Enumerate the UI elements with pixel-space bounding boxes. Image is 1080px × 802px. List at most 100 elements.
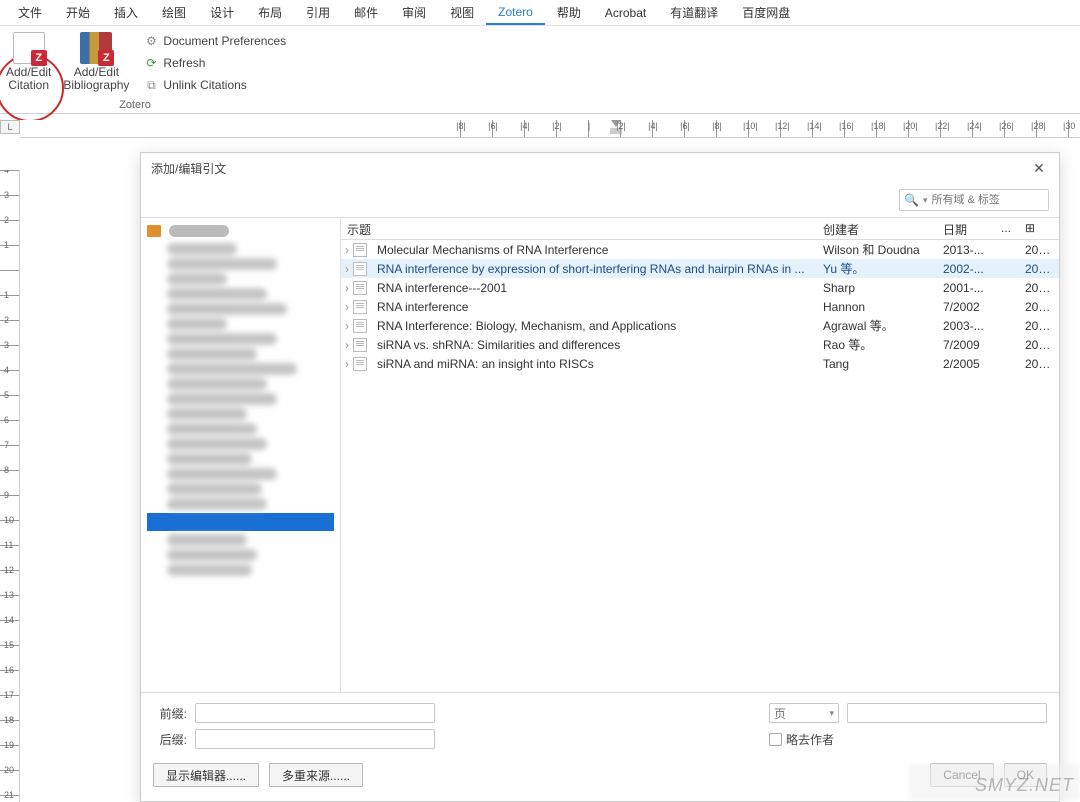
- library-root[interactable]: [147, 222, 334, 240]
- ok-button[interactable]: OK: [1004, 763, 1047, 787]
- menu-item-2[interactable]: 插入: [102, 0, 150, 25]
- row-added: 2019...: [1019, 259, 1059, 279]
- row-expander-icon[interactable]: ›: [341, 300, 353, 314]
- dialog-title: 添加/编辑引文: [151, 160, 226, 177]
- vertical-ruler: 4321123456789101112131415161718192021: [0, 170, 20, 802]
- unlink-icon: ⧉: [143, 77, 159, 93]
- menu-item-9[interactable]: 视图: [438, 0, 486, 25]
- citation-row[interactable]: › RNA Interference: Biology, Mechanism, a…: [341, 316, 1059, 335]
- row-title: RNA interference---2001: [371, 278, 817, 298]
- row-title: RNA interference by expression of short-…: [371, 259, 817, 279]
- row-added: 2019...: [1019, 278, 1059, 298]
- add-edit-citation-button[interactable]: Add/EditCitation: [0, 26, 57, 113]
- ruler-corner: L: [0, 120, 20, 134]
- page-locator-select[interactable]: 页 ▾: [769, 703, 839, 723]
- zotero-ribbon: Add/EditCitation Add/EditBibliography ⚙ …: [0, 26, 1080, 114]
- checkbox-box: [769, 733, 782, 746]
- menu-item-10[interactable]: Zotero: [486, 1, 545, 25]
- library-selected-item[interactable]: [147, 513, 334, 531]
- search-dropdown-icon[interactable]: ▾: [923, 195, 928, 206]
- citation-row[interactable]: ›RNA interferenceHannon7/20022019...: [341, 297, 1059, 316]
- folder-icon: [147, 225, 161, 237]
- row-date: 2/2005: [937, 354, 993, 374]
- row-expander-icon[interactable]: ›: [341, 262, 353, 276]
- dialog-titlebar: 添加/编辑引文 ✕: [141, 153, 1059, 183]
- menu-item-11[interactable]: 帮助: [545, 0, 593, 25]
- horizontal-ruler: |8||6||4||2|||2||4||6||8||10||12||14||16…: [20, 120, 1080, 138]
- menu-item-6[interactable]: 引用: [294, 0, 342, 25]
- row-title: siRNA vs. shRNA: Similarities and differ…: [371, 335, 817, 355]
- col-extra[interactable]: ...: [993, 218, 1019, 239]
- dialog-bottom: 前缀: 页 ▾ 后缀: 略去作者 显示编辑器...... 多重来源...... …: [141, 692, 1059, 801]
- prefix-input[interactable]: [195, 703, 435, 723]
- menu-item-7[interactable]: 邮件: [342, 0, 390, 25]
- gear-icon: ⚙: [143, 33, 159, 49]
- citation-row[interactable]: ›siRNA and miRNA: an insight into RISCsT…: [341, 354, 1059, 373]
- menu-item-12[interactable]: Acrobat: [593, 2, 658, 24]
- document-icon: [353, 338, 367, 352]
- page-locator-label: 页: [774, 705, 786, 722]
- refresh-label: Refresh: [163, 56, 205, 70]
- unlink-citations-button[interactable]: ⧉ Unlink Citations: [143, 74, 286, 96]
- close-button[interactable]: ✕: [1029, 160, 1049, 177]
- document-icon: [353, 281, 367, 295]
- row-expander-icon[interactable]: ›: [341, 338, 353, 352]
- row-expander-icon[interactable]: ›: [341, 357, 353, 371]
- zotero-bibliography-icon: [80, 32, 112, 64]
- citation-row[interactable]: › RNA interference by expression of short…: [341, 259, 1059, 278]
- menu-item-4[interactable]: 设计: [198, 0, 246, 25]
- show-editor-button[interactable]: 显示编辑器......: [153, 763, 259, 787]
- menu-item-14[interactable]: 百度网盘: [730, 0, 802, 25]
- row-title: siRNA and miRNA: an insight into RISCs: [371, 354, 817, 374]
- row-added: 2019...: [1019, 297, 1059, 317]
- multiple-sources-button[interactable]: 多重来源......: [269, 763, 363, 787]
- row-title: RNA Interference: Biology, Mechanism, an…: [371, 316, 817, 336]
- prefix-label: 前缀:: [153, 705, 187, 722]
- row-date: 2003-...: [937, 316, 993, 336]
- menu-item-5[interactable]: 布局: [246, 0, 294, 25]
- document-icon: [353, 357, 367, 371]
- add-edit-citation-label: Add/EditCitation: [6, 66, 51, 92]
- row-title: Molecular Mechanisms of RNA Interference: [371, 240, 817, 260]
- row-added: 2019...: [1019, 316, 1059, 336]
- search-box[interactable]: 🔍 ▾: [899, 189, 1049, 211]
- unlink-citations-label: Unlink Citations: [163, 78, 246, 92]
- page-locator-input[interactable]: [847, 703, 1047, 723]
- citation-rows: › Molecular Mechanisms of RNA Interferenc…: [341, 240, 1059, 692]
- row-date: 7/2009: [937, 335, 993, 355]
- menu-item-1[interactable]: 开始: [54, 0, 102, 25]
- omit-author-label: 略去作者: [786, 731, 834, 748]
- zotero-citation-icon: [13, 32, 45, 64]
- omit-author-checkbox[interactable]: 略去作者: [769, 731, 1047, 748]
- citation-row[interactable]: ›RNA interference---2001Sharp2001-...201…: [341, 278, 1059, 297]
- suffix-input[interactable]: [195, 729, 435, 749]
- refresh-button[interactable]: ⟳ Refresh: [143, 52, 286, 74]
- citation-row[interactable]: › Molecular Mechanisms of RNA Interferenc…: [341, 240, 1059, 259]
- menu-item-0[interactable]: 文件: [6, 0, 54, 25]
- document-icon: [353, 243, 367, 257]
- citation-row[interactable]: › siRNA vs. shRNA: Similarities and diffe…: [341, 335, 1059, 354]
- document-icon: [353, 319, 367, 333]
- menu-item-13[interactable]: 有道翻译: [658, 0, 730, 25]
- row-expander-icon[interactable]: ›: [341, 319, 353, 333]
- row-expander-icon[interactable]: ›: [341, 281, 353, 295]
- suffix-label: 后缀:: [153, 731, 187, 748]
- row-expander-icon[interactable]: ›: [341, 243, 353, 257]
- col-creator[interactable]: 创建者: [817, 218, 937, 239]
- document-preferences-button[interactable]: ⚙ Document Preferences: [143, 30, 286, 52]
- search-input[interactable]: [931, 194, 1031, 206]
- col-date[interactable]: 日期: [937, 218, 993, 239]
- document-icon: [353, 300, 367, 314]
- search-icon: 🔍: [904, 193, 919, 207]
- row-date: 7/2002: [937, 297, 993, 317]
- cancel-button[interactable]: Cancel: [930, 763, 993, 787]
- menu-item-8[interactable]: 审阅: [390, 0, 438, 25]
- menu-item-3[interactable]: 绘图: [150, 0, 198, 25]
- row-date: 2002-...: [937, 259, 993, 279]
- document-preferences-label: Document Preferences: [163, 34, 286, 48]
- col-title[interactable]: 示题: [341, 218, 817, 239]
- column-headers[interactable]: 示题 创建者 日期 ... ⊞: [341, 218, 1059, 240]
- col-added[interactable]: ⊞: [1019, 218, 1059, 239]
- citation-list-pane: 示题 创建者 日期 ... ⊞ › Molecular Mechanisms of…: [341, 218, 1059, 692]
- library-tree[interactable]: [141, 218, 341, 692]
